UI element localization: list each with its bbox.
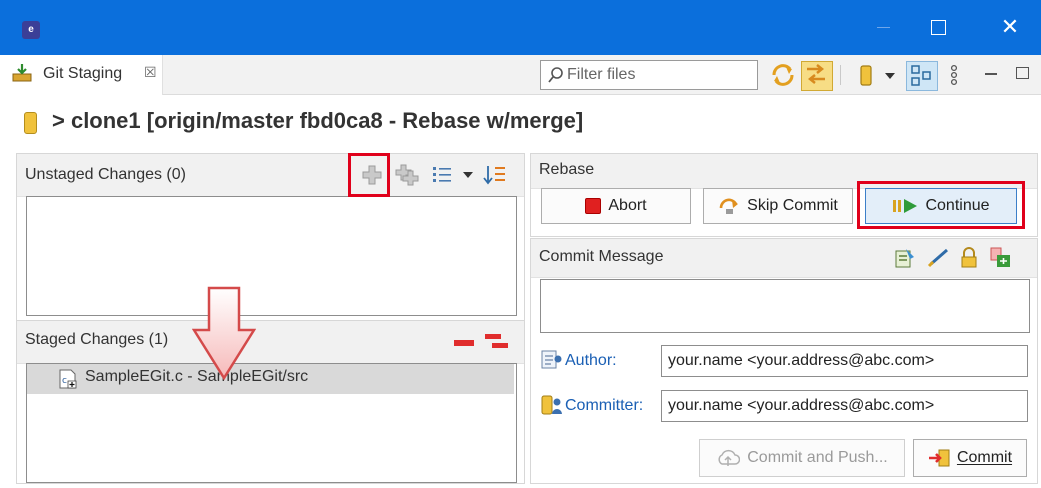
list-view-icon[interactable] (432, 166, 454, 184)
commit-message-section: Commit Message Author: your.name <your.a… (530, 238, 1038, 484)
stage-all-icon[interactable] (395, 164, 419, 186)
skip-commit-label: Skip Commit (747, 197, 838, 214)
lock-icon[interactable] (959, 247, 979, 269)
amend-icon[interactable] (894, 247, 916, 269)
continue-button-highlight (857, 181, 1025, 229)
skip-commit-button[interactable]: Skip Commit (703, 188, 853, 224)
filter-files-input[interactable]: Filter files (540, 60, 758, 90)
change-id-icon[interactable] (990, 247, 1012, 269)
view-tab-row: Git Staging ☒ Filter files (0, 55, 1041, 95)
abort-button[interactable]: Abort (541, 188, 691, 224)
minimize-view-icon[interactable] (985, 73, 997, 75)
repository-icon (24, 112, 37, 134)
tab-label: Git Staging (43, 65, 123, 82)
unstage-all-icon[interactable] (484, 332, 510, 352)
toolbar-separator (840, 65, 841, 85)
chevron-down-icon[interactable] (881, 61, 899, 89)
cloud-upload-icon (718, 449, 741, 466)
eclipse-app-icon: e (22, 21, 40, 39)
list-item[interactable]: c SampleEGit.c - SampleEGit/src (27, 364, 514, 394)
unstage-selected-icon[interactable] (454, 340, 474, 346)
staged-changes-section: Staged Changes (1) c SampleEGit.c - Samp… (16, 320, 525, 484)
repository-icon[interactable] (853, 61, 879, 89)
author-label: Author: (565, 352, 617, 369)
minimize-button[interactable] (872, 18, 894, 38)
svg-text:c: c (62, 376, 67, 386)
search-icon (548, 67, 563, 83)
commit-icon (928, 449, 950, 467)
staged-title: Staged Changes (1) (25, 331, 169, 348)
git-staging-icon (12, 64, 32, 82)
close-window-button[interactable]: ✕ (998, 16, 1022, 40)
committer-label: Committer: (565, 397, 644, 414)
skip-icon (719, 198, 739, 214)
close-tab-icon[interactable]: ☒ (144, 64, 157, 81)
tab-git-staging[interactable]: Git Staging ☒ (0, 55, 163, 95)
sort-icon[interactable] (483, 164, 507, 186)
repository-title: > clone1 [origin/master fbd0ca8 - Rebase… (52, 108, 584, 133)
committer-icon (541, 395, 562, 415)
commit-button[interactable]: Commit (913, 439, 1027, 477)
abort-label: Abort (608, 197, 647, 214)
stage-button-highlight (348, 153, 390, 197)
window-title-bar: e ✕ (0, 0, 1041, 55)
view-menu-icon[interactable] (946, 61, 962, 89)
author-field[interactable]: your.name <your.address@abc.com> (661, 345, 1028, 377)
commit-and-push-label: Commit and Push... (747, 449, 888, 466)
commit-message-textarea[interactable] (540, 279, 1030, 333)
commit-message-title: Commit Message (539, 248, 664, 265)
unstaged-file-list[interactable] (26, 196, 517, 316)
refresh-icon[interactable] (770, 61, 796, 89)
commit-and-push-button[interactable]: Commit and Push... (699, 439, 905, 477)
rebase-title: Rebase (539, 161, 595, 178)
maximize-button[interactable] (931, 20, 946, 35)
arrow-down-indicator (192, 286, 256, 381)
signoff-icon[interactable] (927, 246, 951, 268)
staged-header: Staged Changes (1) (17, 321, 524, 364)
link-selection-icon (807, 64, 825, 84)
filter-placeholder: Filter files (567, 66, 636, 83)
link-selection-toggle[interactable] (801, 61, 833, 91)
maximize-view-icon[interactable] (1016, 67, 1029, 79)
stop-icon (585, 198, 602, 214)
staged-file-list[interactable]: c SampleEGit.c - SampleEGit/src (26, 363, 517, 483)
committer-field[interactable]: your.name <your.address@abc.com> (661, 390, 1028, 422)
commit-label: Commit (956, 449, 1013, 466)
tree-layout-icon (911, 65, 931, 86)
chevron-down-icon[interactable] (462, 168, 474, 182)
unstaged-header: Unstaged Changes (0) (17, 154, 524, 197)
author-icon (541, 350, 562, 369)
unstaged-changes-section: Unstaged Changes (0) (16, 153, 525, 321)
c-file-icon: c (59, 369, 77, 389)
presentation-toggle[interactable] (906, 61, 938, 91)
commit-message-header: Commit Message (531, 239, 1037, 278)
unstaged-title: Unstaged Changes (0) (25, 166, 186, 183)
